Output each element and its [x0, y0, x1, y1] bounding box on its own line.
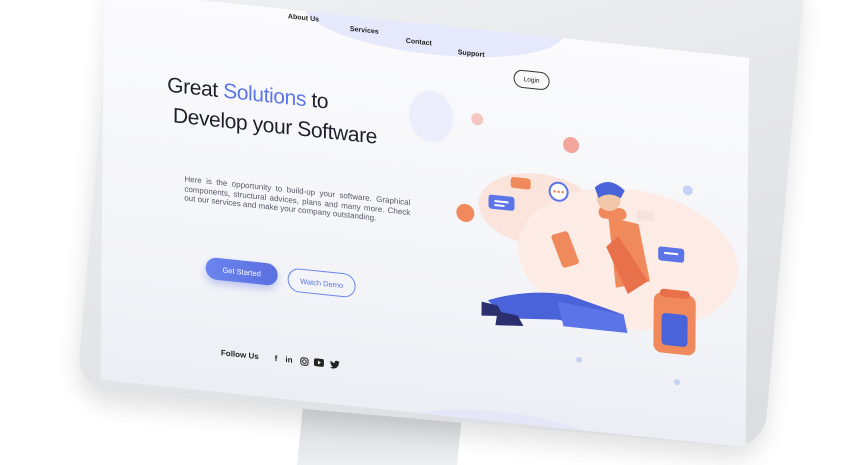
- website-screen: About Us Services Contact Support Login …: [100, 0, 749, 448]
- title-part2: to: [305, 88, 329, 114]
- hero-description: Here is the opportunity to build-up your…: [184, 174, 411, 223]
- chat-bubble-icon: [510, 177, 531, 190]
- follow-us-label: Follow Us: [220, 348, 259, 362]
- linkedin-icon[interactable]: in: [284, 354, 294, 365]
- facebook-icon[interactable]: f: [271, 353, 281, 364]
- get-started-button[interactable]: Get Started: [205, 256, 278, 287]
- twitter-icon[interactable]: [329, 359, 340, 370]
- title-accent: Solutions: [223, 79, 307, 112]
- login-label: Login: [523, 75, 540, 85]
- watch-demo-button[interactable]: Watch Demo: [287, 267, 356, 299]
- watch-demo-label: Watch Demo: [300, 276, 344, 290]
- developer-illustration: [478, 173, 739, 386]
- get-started-label: Get Started: [222, 264, 261, 278]
- title-line2: Develop your Software: [172, 104, 378, 149]
- instagram-icon[interactable]: [299, 355, 309, 366]
- hero-title: Great Solutions to Develop your Software: [167, 71, 378, 153]
- title-part1: Great: [167, 73, 224, 103]
- decor-circle: [408, 88, 454, 145]
- nav-support[interactable]: Support: [458, 49, 485, 59]
- login-button[interactable]: Login: [513, 69, 550, 91]
- youtube-icon[interactable]: [313, 357, 324, 368]
